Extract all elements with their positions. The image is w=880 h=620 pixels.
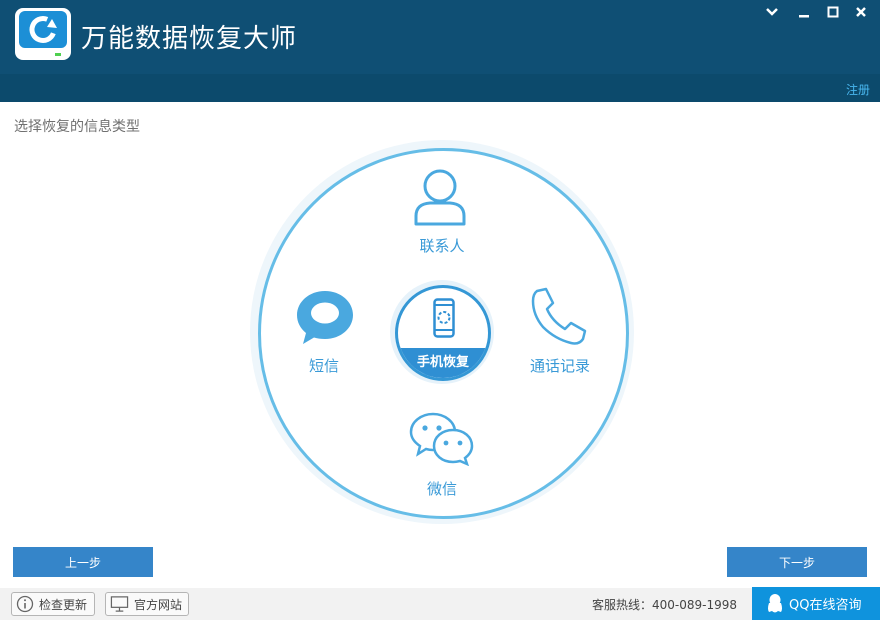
check-update-button[interactable]: 检查更新 [11,592,95,616]
phone-icon [433,298,455,338]
phone-recovery-label: 手机恢复 [416,355,469,370]
minimize-icon [799,15,809,18]
info-icon [16,595,34,613]
maximize-button[interactable] [822,2,844,22]
website-label: 官方网站 [133,597,182,612]
chevron-down-icon [766,8,778,16]
phone-recovery-center[interactable]: 手机恢复 [395,285,491,381]
hotline-text: 客服热线：400-089-1998 [592,598,738,612]
wechat-icon [409,412,474,466]
refresh-drive-icon [29,16,57,43]
close-icon [856,7,866,17]
app-title: 万能数据恢复大师 [81,24,298,54]
next-step-button[interactable]: 下一步 [727,547,867,577]
logo-led [55,53,61,56]
option-wechat-label: 微信 [426,480,457,498]
prev-step-button[interactable]: 上一步 [13,547,153,577]
website-button[interactable]: 官方网站 [105,592,189,616]
option-sms-label: 短信 [308,357,339,375]
section-title: 选择恢复的信息类型 [14,119,140,135]
message-bubble-icon [297,291,353,344]
qq-consult-button[interactable]: QQ在线咨询 [752,587,880,620]
option-contacts-label: 联系人 [419,237,465,255]
sub-bar [0,74,880,102]
check-update-label: 检查更新 [39,597,88,612]
option-call-log-label: 通话记录 [529,357,590,375]
person-icon [414,169,466,226]
telephone-icon [531,287,587,345]
register-link[interactable]: 注册 [846,81,870,98]
logo-screen [19,11,67,48]
qq-penguin-icon [768,593,782,612]
app-logo [15,8,71,60]
close-button[interactable] [850,2,872,22]
monitor-icon [110,596,129,612]
menu-dropdown-button[interactable] [761,2,783,22]
minimize-button[interactable] [793,2,815,22]
maximize-icon [827,6,839,18]
qq-consult-label: QQ在线咨询 [789,598,862,613]
